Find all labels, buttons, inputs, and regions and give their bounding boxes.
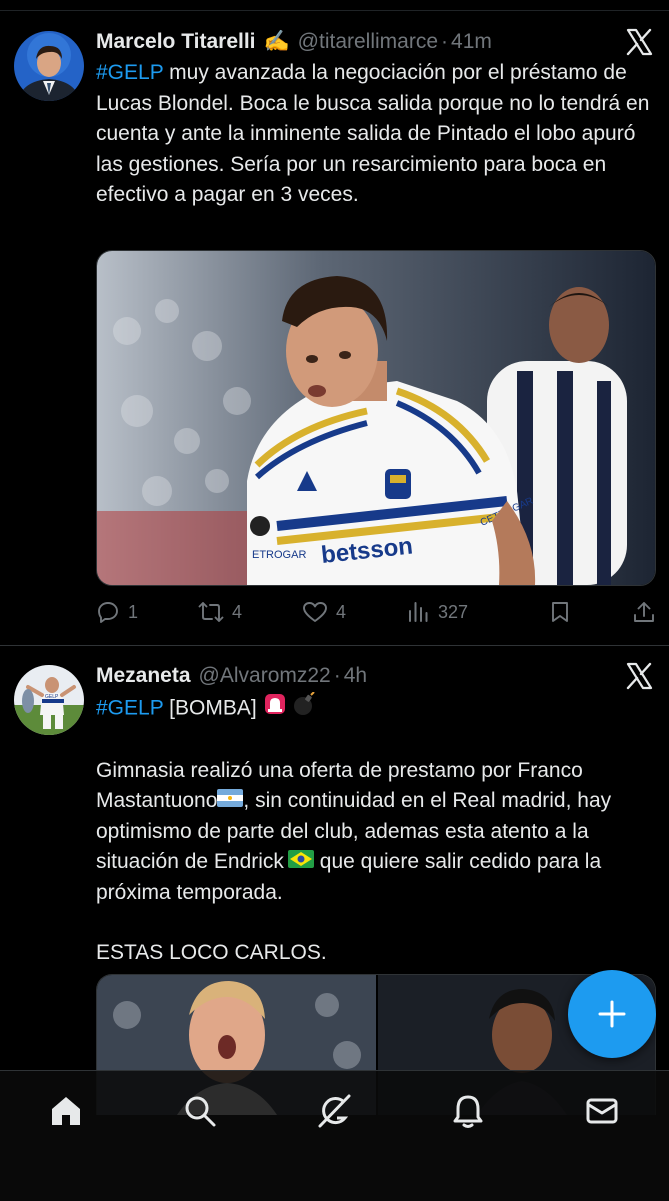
- tab-search[interactable]: [178, 1089, 222, 1133]
- tweet-header: Marcelo Titarelli ✍️ @titarellimarce · 4…: [96, 26, 492, 58]
- reply-count: 1: [128, 601, 139, 622]
- timestamp[interactable]: 41m: [451, 30, 492, 54]
- brazil-flag-emoji: [287, 847, 314, 878]
- x-logo-icon[interactable]: [625, 662, 653, 690]
- avatar[interactable]: [14, 31, 84, 101]
- reply-icon: [98, 602, 118, 623]
- view-count: 327: [437, 601, 468, 622]
- display-name[interactable]: Mezaneta: [96, 664, 191, 688]
- analytics-icon: [408, 602, 428, 622]
- user-handle[interactable]: @Alvaromz22: [199, 664, 331, 688]
- like-count: 4: [335, 601, 346, 622]
- writing-hand-emoji: ✍️: [263, 30, 290, 53]
- tweet-media-image[interactable]: betsson ETROGAR CETROGAR: [96, 250, 656, 586]
- reply-button[interactable]: 1: [96, 600, 138, 624]
- argentina-flag-emoji: [217, 786, 244, 817]
- tab-notifications[interactable]: [446, 1089, 490, 1133]
- tweet-closing-line: ESTAS LOCO CARLOS.: [96, 941, 327, 965]
- tweet-paragraph: Gimnasia realizó una oferta de prestamo …: [96, 756, 656, 909]
- share-button[interactable]: [632, 600, 656, 624]
- heart-icon: [303, 602, 327, 622]
- tweet-text: #GELP [BOMBA] Gimnasia realizó una ofert…: [96, 691, 656, 969]
- tab-home[interactable]: [44, 1089, 88, 1133]
- hashtag-link[interactable]: #GELP: [96, 696, 163, 719]
- hashtag-link[interactable]: #GELP: [96, 61, 163, 84]
- avatar[interactable]: GELP: [14, 665, 84, 735]
- siren-emoji: [263, 692, 287, 726]
- grok-icon: [318, 1094, 351, 1128]
- repost-count: 4: [231, 601, 242, 622]
- user-handle[interactable]: @titarellimarce: [298, 30, 438, 54]
- tweet-text: #GELP muy avanzada la negociación por el…: [96, 58, 656, 211]
- tweet-header: Mezaneta @Alvaromz22 · 4h: [96, 660, 367, 692]
- jersey-collar-text: ETROGAR: [252, 549, 306, 561]
- bookmark-button[interactable]: [548, 600, 572, 624]
- separator-dot: ·: [441, 30, 449, 53]
- views-button[interactable]: 327: [406, 600, 468, 624]
- plus-icon: [598, 1000, 626, 1028]
- like-button[interactable]: 4: [302, 600, 346, 624]
- bomba-tag: [BOMBA]: [163, 696, 263, 720]
- search-icon: [185, 1096, 216, 1127]
- repost-icon: [198, 602, 224, 622]
- bookmark-icon: [552, 602, 568, 622]
- tweet-actions: 1 4 4 327: [96, 596, 656, 628]
- tweet-text-body: muy avanzada la negociación por el prést…: [96, 61, 650, 206]
- bomb-emoji: [292, 691, 318, 726]
- tweet[interactable]: Marcelo Titarelli ✍️ @titarellimarce · 4…: [0, 0, 669, 645]
- timestamp[interactable]: 4h: [344, 664, 367, 688]
- x-logo-icon[interactable]: [625, 28, 653, 56]
- repost-button[interactable]: 4: [198, 600, 242, 624]
- separator-dot: ·: [333, 664, 341, 687]
- tab-messages[interactable]: [580, 1089, 624, 1133]
- tab-grok[interactable]: [312, 1089, 356, 1133]
- avatar-jersey-text: GELP: [45, 694, 59, 700]
- display-name[interactable]: Marcelo Titarelli: [96, 30, 256, 54]
- tweet-first-line: #GELP [BOMBA]: [96, 691, 656, 726]
- home-icon: [52, 1097, 80, 1125]
- bottom-nav-bar: [0, 1070, 669, 1201]
- bell-icon: [453, 1095, 483, 1128]
- share-icon: [633, 602, 654, 622]
- compose-button[interactable]: [568, 970, 656, 1058]
- mail-icon: [586, 1098, 618, 1124]
